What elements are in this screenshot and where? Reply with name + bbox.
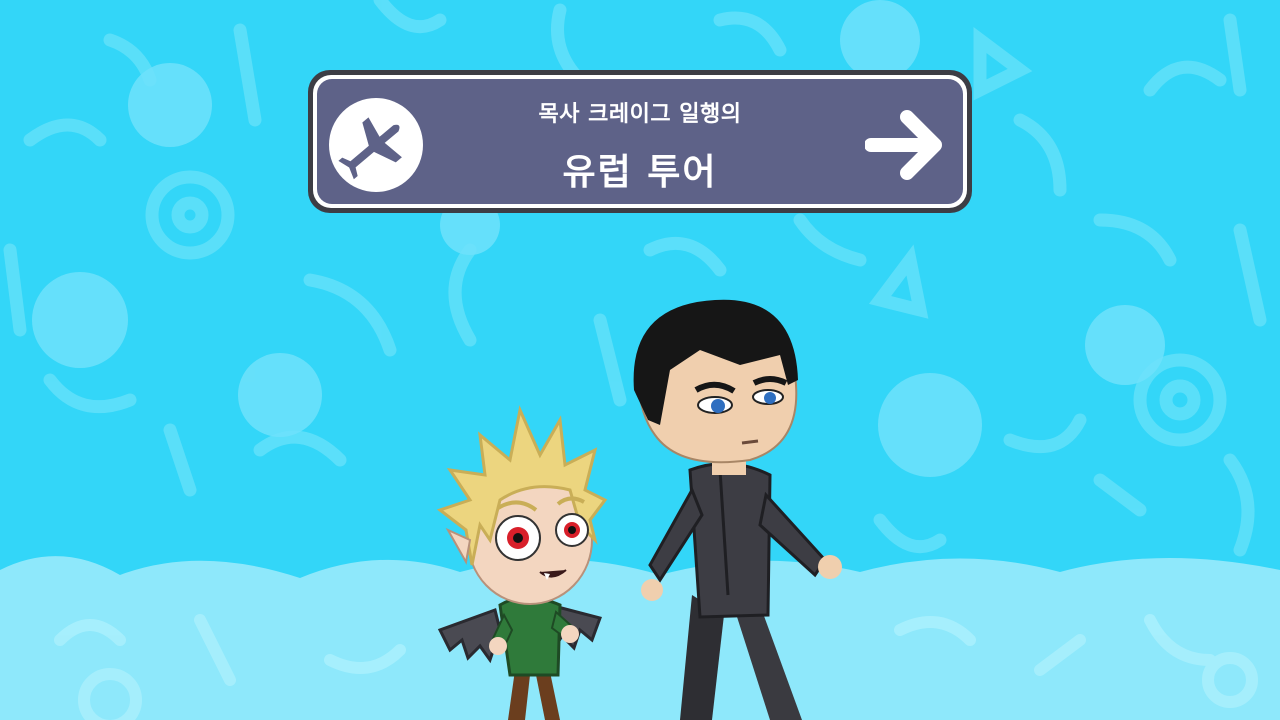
- arrow-right-icon[interactable]: [865, 107, 945, 183]
- game-scene: 목사 크레이그 일행의 유럽 투어: [0, 0, 1280, 720]
- banner-face: 목사 크레이그 일행의 유럽 투어: [317, 79, 963, 204]
- black-haired-man-character: [633, 299, 842, 720]
- banner-border: 목사 크레이그 일행의 유럽 투어: [313, 75, 967, 208]
- blonde-vampire-kid-character: [436, 405, 608, 720]
- tour-banner-sign[interactable]: 목사 크레이그 일행의 유럽 투어: [308, 70, 972, 213]
